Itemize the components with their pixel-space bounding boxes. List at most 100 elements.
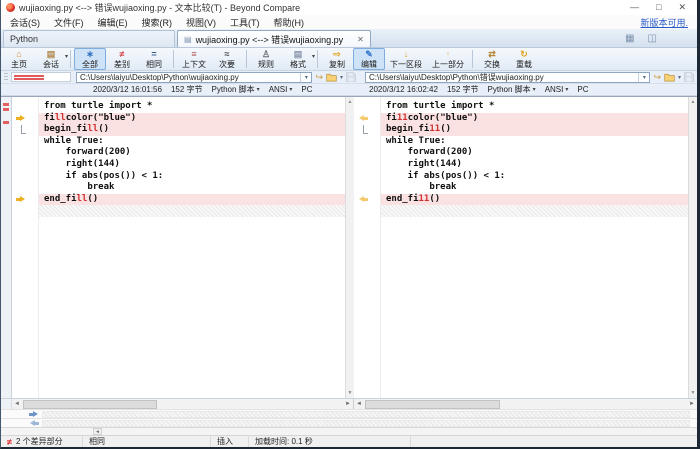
left-code-line-9[interactable]: end_fill() [12,194,345,206]
left-vertical-scrollbar[interactable]: ▲ ▼ [345,97,354,398]
toolbar-rules-button[interactable]: ♙规则 [250,48,282,70]
right-editor[interactable]: from turtle import *fi11color("blue")beg… [354,97,688,398]
left-code-line-1[interactable]: from turtle import * [12,101,345,113]
right-browse-folder-icon[interactable] [664,72,675,82]
right-code-line-6[interactable]: right(144) [354,159,688,171]
scroll-down-icon[interactable]: ▼ [348,390,353,396]
right-code-line-2[interactable]: fi11color("blue") [354,113,688,125]
left-format-select[interactable]: Python 脚本▾ [212,84,260,95]
toolbar-copy-button[interactable]: ⇨复制 [321,48,353,70]
right-path-dropdown-icon[interactable]: ▾ [638,73,649,82]
toolbar-swap-button[interactable]: ⇄交换 [476,48,508,70]
diff-mark[interactable] [3,103,9,106]
toolbar-prev-section-button[interactable]: ↑上一部分 [427,48,469,70]
left-browse-folder-icon[interactable] [326,72,337,82]
new-version-link[interactable]: 新版本可用. [640,16,688,29]
left-path-dropdown-icon[interactable]: ▾ [300,73,311,82]
maximize-button[interactable]: □ [656,2,661,13]
right-code-line-7[interactable]: if abs(pos()) < 1: [354,171,688,183]
copy-to-right-arrow-icon[interactable] [16,196,26,203]
menu-edit[interactable]: 编辑(E) [91,16,135,29]
left-code-line-8[interactable]: break [12,182,345,194]
layout-toggle-icon[interactable]: ◫ [648,33,657,44]
right-code-line-3[interactable]: begin_fi11() [354,124,688,136]
tab-python-session[interactable]: Python [3,30,175,47]
scroll-right-icon[interactable]: ► [687,399,697,409]
left-code-line-2[interactable]: fillcolor("blue") [12,113,345,125]
left-code-line-5[interactable]: forward(200) [12,147,345,159]
toolbar-minor-button[interactable]: ≈次要 [211,48,243,70]
copy-to-left-arrow-icon[interactable] [358,115,368,122]
menu-session[interactable]: 会话(S) [3,16,47,29]
right-code-line-4[interactable]: while True: [354,136,688,148]
diff-mark[interactable] [3,108,9,111]
right-line-detail-pane[interactable] [1,418,697,427]
detail-scrollbar[interactable]: ◄ [1,427,697,435]
minimize-button[interactable]: — [630,2,639,13]
scroll-up-icon[interactable]: ▲ [691,99,696,105]
detail-text-area[interactable] [42,420,690,427]
scroll-left-icon[interactable]: ◄ [12,399,22,409]
right-encoding-select[interactable]: ANSI▾ [545,85,569,94]
toolbar-home-button[interactable]: ⌂主页 [3,48,35,70]
scroll-down-icon[interactable]: ▼ [691,390,696,396]
menu-tools[interactable]: 工具(T) [223,16,267,29]
close-button[interactable]: ✕ [678,2,686,13]
right-code-line-1[interactable]: from turtle import * [354,101,688,113]
scroll-thumb[interactable] [365,400,500,409]
left-code-line-4[interactable]: while True: [12,136,345,148]
right-vertical-scrollbar[interactable]: ▲ ▼ [688,97,697,398]
dropdown-arrow-icon[interactable]: ▾ [312,53,315,60]
right-path-combobox[interactable]: C:\Users\laiyu\Desktop\Python\错误wujiaoxi… [365,72,650,83]
copy-to-left-arrow-icon[interactable] [358,196,368,203]
right-horizontal-scrollbar[interactable]: ◄ ► [354,399,697,409]
toolbar-format-button[interactable]: ▤格式▾ [282,48,314,70]
left-editor[interactable]: from turtle import *fillcolor("blue")beg… [12,97,345,398]
panes-view-icon[interactable]: ▦ [625,33,634,44]
scroll-left-icon[interactable]: ◄ [93,428,102,435]
diff-mark[interactable] [3,121,9,124]
menu-view[interactable]: 视图(V) [179,16,223,29]
left-folder-dropdown-icon[interactable]: ▾ [340,74,343,81]
left-code-line-3[interactable]: begin_fill() [12,124,345,136]
detail-copy-left-arrow-icon[interactable] [29,420,39,427]
toolbar-reload-button[interactable]: ↻重载 [508,48,540,70]
tab-text-compare[interactable]: ▤ wujiaoxing.py <--> 错误wujiaoxing.py ✕ [177,30,371,47]
tab-close-icon[interactable]: ✕ [357,35,364,44]
right-code-line-9[interactable]: end_fi11() [354,194,688,206]
copy-to-right-arrow-icon[interactable] [16,115,26,122]
menu-file[interactable]: 文件(F) [47,16,91,29]
toolbar-all-button[interactable]: ∗全部 [74,48,106,70]
left-open-arrow-icon[interactable]: ↪ [315,73,323,82]
scroll-right-icon[interactable]: ► [343,399,353,409]
scroll-left-icon[interactable]: ◄ [354,399,364,409]
toolbar-differences-button[interactable]: ≠差别 [106,48,138,70]
menu-help[interactable]: 帮助(H) [267,16,312,29]
left-code-line-7[interactable]: if abs(pos()) < 1: [12,171,345,183]
right-save-icon[interactable] [684,72,694,82]
right-format-select[interactable]: Python 脚本▾ [488,84,536,95]
left-save-icon[interactable] [346,72,356,82]
left-path-combobox[interactable]: C:\Users\laiyu\Desktop\Python\wujiaoxing… [76,72,312,83]
detail-copy-right-arrow-icon[interactable] [29,411,39,418]
toolbar-sessions-button[interactable]: ▤会话▾ [35,48,67,70]
left-horizontal-scrollbar[interactable]: ◄ ► [12,399,354,409]
toolbar-context-button[interactable]: ≡上下文 [177,48,211,70]
toolbar-edit-button[interactable]: ✎编辑 [353,48,385,70]
scroll-up-icon[interactable]: ▲ [348,99,353,105]
scroll-track[interactable] [23,400,342,409]
toolbar-next-section-button[interactable]: ↓下一区段 [385,48,427,70]
left-line-detail-pane[interactable] [1,409,697,418]
diff-overview-map[interactable] [1,97,12,398]
dropdown-arrow-icon[interactable]: ▾ [65,53,68,60]
scroll-thumb[interactable] [23,400,157,409]
insert-mode-cell[interactable]: 插入 [211,436,249,447]
menu-search[interactable]: 搜索(R) [135,16,180,29]
left-code-line-6[interactable]: right(144) [12,159,345,171]
detail-text-area[interactable] [42,411,690,418]
toolbar-same-button[interactable]: =相同 [138,48,170,70]
right-open-arrow-icon[interactable]: ↪ [653,73,661,82]
scroll-track[interactable] [365,400,686,409]
right-folder-dropdown-icon[interactable]: ▾ [678,74,681,81]
right-code-line-5[interactable]: forward(200) [354,147,688,159]
